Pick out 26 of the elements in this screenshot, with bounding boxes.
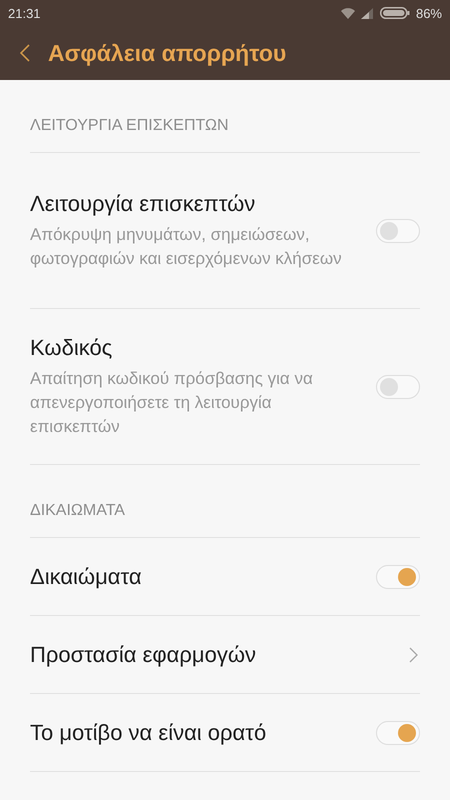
toggle-switch[interactable] xyxy=(376,720,420,744)
chevron-right-icon xyxy=(409,646,418,662)
section-header: ΛΕΙΤΟΥΡΓΙΑ ΕΠΙΣΚΕΠΤΩΝ xyxy=(30,117,229,134)
settings-row[interactable]: Κωδικός Απαίτηση κωδικού πρόσβασης για να απενεργοποιήσετε τη λειτουργία επισκεπτών xyxy=(30,309,420,465)
screen-title: Ασφάλεια απορρήτου xyxy=(48,40,286,66)
toggle-switch[interactable] xyxy=(376,374,420,398)
setting-label: Κωδικός xyxy=(30,334,114,360)
wifi-icon xyxy=(340,8,355,18)
settings-row[interactable]: Προστασία εφαρμογών xyxy=(30,616,420,694)
battery-percentage: 86% xyxy=(416,6,442,20)
section-header: ΔΙΚΑΙΩΜΑΤΑ xyxy=(30,502,125,519)
setting-label: Λειτουργία επισκεπτών xyxy=(30,190,256,216)
settings-row[interactable]: Λειτουργία επισκεπτών Απόκρυψη μηνυμάτων, σημειώσεων, φωτογραφιών και εισερχόμενων κλήσεων xyxy=(30,153,420,309)
battery-icon xyxy=(380,7,410,19)
settings-row[interactable]: Το μοτίβο να είναι ορατό xyxy=(30,694,420,772)
signal-icon xyxy=(360,8,374,18)
settings-row[interactable]: Δικαιώματα xyxy=(30,538,420,616)
setting-label: Προστασία εφαρμογών xyxy=(30,642,256,668)
toggle-switch[interactable] xyxy=(376,218,420,242)
back-button[interactable] xyxy=(20,44,30,62)
toggle-switch[interactable] xyxy=(376,564,420,588)
setting-label: Το μοτίβο να είναι ορατό xyxy=(30,720,266,746)
setting-description: Απαίτηση κωδικού πρόσβασης για να απενεργοποιήσετε τη λειτουργία επισκεπτών xyxy=(30,368,314,438)
status-time: 21:31 xyxy=(8,6,41,20)
setting-description: Απόκρυψη μηνυμάτων, σημειώσεων, φωτογραφιών και εισερχόμενων κλήσεων xyxy=(30,224,343,270)
setting-label: Δικαιώματα xyxy=(30,564,142,590)
